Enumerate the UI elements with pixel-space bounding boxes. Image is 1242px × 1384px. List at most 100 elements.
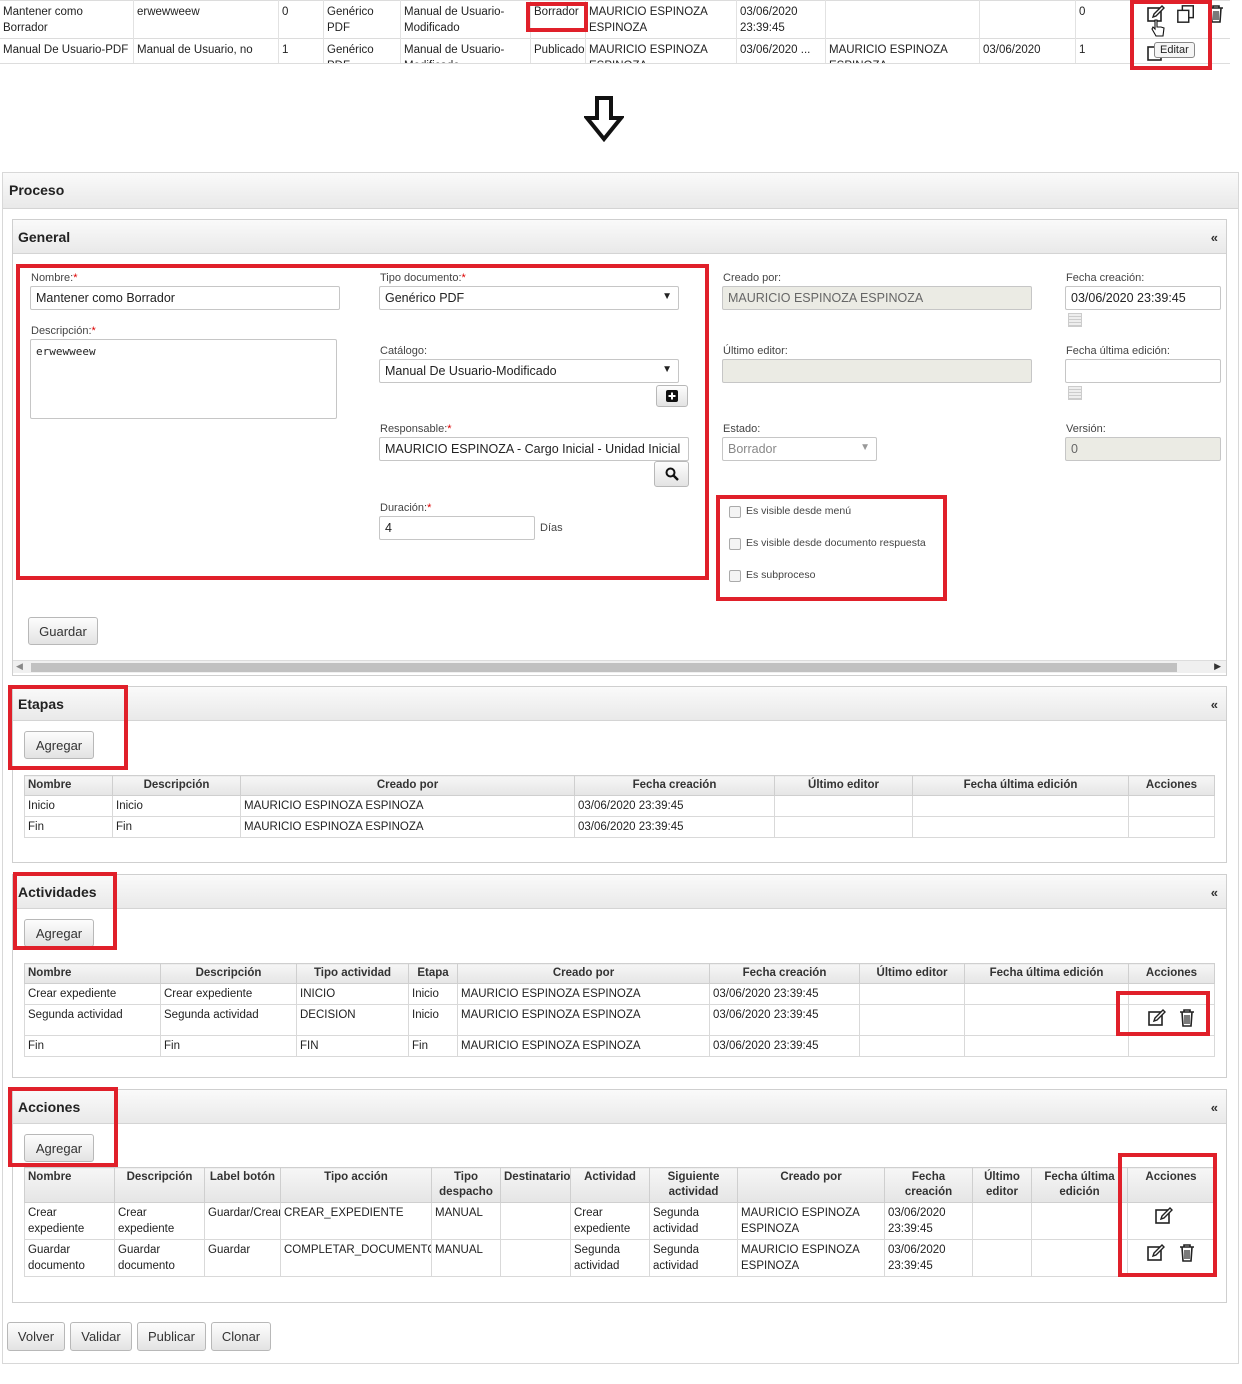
acciones-agregar-button[interactable]: Agregar (24, 1134, 94, 1162)
table-row[interactable]: Guardar documento Guardar documento Guar… (24, 1239, 1215, 1277)
col-header[interactable]: Fecha creación (709, 963, 860, 984)
col-header[interactable]: Último editor (859, 963, 965, 984)
duracion-input[interactable]: 4 (379, 516, 535, 540)
fecha-edicion-label: Fecha última edición: (1066, 345, 1170, 357)
table-row[interactable]: Inicio Inicio MAURICIO ESPINOZA ESPINOZA… (24, 795, 1215, 817)
etapas-collapse[interactable]: « (1211, 697, 1218, 712)
creado-input: MAURICIO ESPINOZA ESPINOZA (722, 286, 1032, 310)
col-header[interactable]: Fecha última edición (964, 963, 1129, 984)
cell: 03/06/2020 23:39:45 (884, 1202, 973, 1240)
col-header[interactable]: Creado por (240, 775, 575, 796)
cell (859, 983, 965, 1005)
col-header[interactable]: Label botón (204, 1167, 281, 1203)
col-header[interactable]: Acciones (1128, 775, 1215, 796)
col-header[interactable]: Tipo acción (280, 1167, 432, 1203)
cell-fecha: 03/06/2020 23:39:45 (737, 0, 826, 38)
col-header[interactable]: Acciones (1128, 963, 1215, 984)
visible-menu-label: Es visible desde menú (746, 505, 852, 517)
validar-button[interactable]: Validar (70, 1322, 132, 1351)
cell: MAURICIO ESPINOZA ESPINOZA (457, 1035, 710, 1057)
nombre-input[interactable]: Mantener como Borrador (30, 286, 340, 310)
volver-button[interactable]: Volver (7, 1322, 65, 1351)
col-header[interactable]: Descripción (112, 775, 241, 796)
col-header[interactable]: Tipo actividad (296, 963, 409, 984)
cell: 03/06/2020 23:39:45 (574, 795, 775, 817)
scrollbar-thumb[interactable] (31, 663, 1177, 672)
actividades-collapse[interactable]: « (1211, 885, 1218, 900)
guardar-button[interactable]: Guardar (28, 617, 98, 645)
col-header[interactable]: Destinatario (500, 1167, 571, 1203)
table-row[interactable]: Fin Fin MAURICIO ESPINOZA ESPINOZA 03/06… (24, 816, 1215, 838)
col-header[interactable]: Nombre (24, 775, 113, 796)
fecha-creacion-input[interactable]: 03/06/2020 23:39:45 (1065, 286, 1221, 310)
visible-menu-checkbox[interactable] (729, 506, 741, 518)
col-header[interactable]: Descripción (114, 1167, 205, 1203)
cell-fecha-edicion (980, 0, 1076, 38)
search-button[interactable] (654, 461, 689, 487)
cell: INICIO (296, 983, 409, 1005)
descripcion-textarea[interactable]: erwewweew (30, 339, 337, 419)
trash-icon[interactable] (1178, 1008, 1196, 1028)
calendar-icon[interactable] (1068, 313, 1082, 327)
cell (774, 795, 913, 817)
col-header[interactable]: Nombre (24, 1167, 115, 1203)
col-header[interactable]: Fecha creación (574, 775, 775, 796)
edit-icon[interactable] (1154, 1206, 1174, 1226)
col-header[interactable]: Descripción (160, 963, 297, 984)
actividades-agregar-button[interactable]: Agregar (24, 919, 94, 947)
cell: Inicio (408, 1004, 458, 1036)
horizontal-scrollbar[interactable]: ◀ ▶ (13, 660, 1226, 673)
clone-icon[interactable] (1176, 4, 1196, 24)
table-row[interactable]: Fin Fin FIN Fin MAURICIO ESPINOZA ESPINO… (24, 1035, 1215, 1057)
clonar-button[interactable]: Clonar (211, 1322, 271, 1351)
acciones-collapse[interactable]: « (1211, 1100, 1218, 1115)
table-row[interactable]: Crear expediente Crear expediente INICIO… (24, 983, 1215, 1005)
col-header[interactable]: Fecha creación (884, 1167, 973, 1203)
subproceso-checkbox[interactable] (729, 570, 741, 582)
visible-respuesta-checkbox[interactable] (729, 538, 741, 550)
table-row[interactable]: Crear expediente Crear expediente Guarda… (24, 1202, 1215, 1240)
responsable-input[interactable]: MAURICIO ESPINOZA - Cargo Inicial - Unid… (379, 437, 689, 461)
trash-icon[interactable] (1206, 4, 1226, 24)
edit-icon[interactable] (1146, 1243, 1166, 1263)
cell: Guardar (204, 1239, 281, 1277)
calendar-icon[interactable] (1068, 386, 1082, 400)
edit-icon[interactable] (1147, 1008, 1167, 1028)
col-header[interactable]: Fecha última edición (912, 775, 1129, 796)
cell-descripcion: erwewweew (134, 0, 279, 38)
cell (964, 1035, 1129, 1057)
descripcion-label: Descripción:* (31, 325, 96, 337)
publicar-button[interactable]: Publicar (137, 1322, 206, 1351)
search-icon (665, 467, 679, 481)
cell (1128, 795, 1215, 817)
col-header[interactable]: Creado por (457, 963, 710, 984)
tipo-select[interactable]: Genérico PDF ▼ (379, 286, 679, 310)
cell: Inicio (112, 795, 241, 817)
add-catalogo-button[interactable] (656, 385, 688, 407)
col-header[interactable]: Acciones (1127, 1167, 1215, 1203)
col-header[interactable]: Actividad (570, 1167, 650, 1203)
cell: Inicio (408, 983, 458, 1005)
cell-descripcion: Manual de Usuario, no (134, 38, 279, 63)
col-header[interactable]: Etapa (408, 963, 458, 984)
catalogo-select[interactable]: Manual De Usuario-Modificado ▼ (379, 359, 679, 383)
col-header[interactable]: Tipo despacho (431, 1167, 501, 1203)
fecha-edicion-input[interactable] (1065, 359, 1221, 383)
cell-tipo: Genérico PDF (324, 0, 401, 38)
col-header[interactable]: Fecha última edición (1031, 1167, 1128, 1203)
cell: 03/06/2020 23:39:45 (884, 1239, 973, 1277)
etapas-agregar-button[interactable]: Agregar (24, 731, 94, 759)
cell: Crear expediente (24, 983, 161, 1005)
general-collapse[interactable]: « (1211, 230, 1218, 245)
trash-icon[interactable] (1178, 1243, 1196, 1263)
cell (912, 816, 1129, 838)
col-header[interactable]: Creado por (737, 1167, 885, 1203)
cell: Fin (24, 1035, 161, 1057)
col-header[interactable]: Último editor (774, 775, 913, 796)
col-header[interactable]: Nombre (24, 963, 161, 984)
col-header[interactable]: Último editor (972, 1167, 1032, 1203)
version-input: 0 (1065, 437, 1221, 461)
col-header[interactable]: Siguiente actividad (649, 1167, 738, 1203)
down-arrow-icon (584, 96, 624, 142)
table-row[interactable]: Segunda actividad Segunda actividad DECI… (24, 1004, 1215, 1036)
